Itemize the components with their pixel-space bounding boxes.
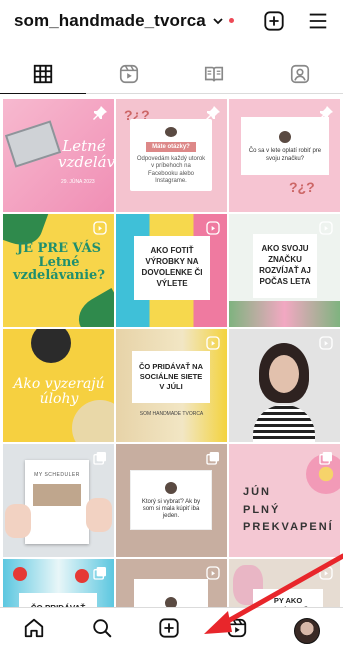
- profile-tabs: [0, 54, 343, 94]
- chevron-down-icon[interactable]: [212, 15, 224, 27]
- carousel-icon: [93, 452, 106, 465]
- post-footer: SOM HANDMADE TVORCA: [139, 411, 204, 417]
- post-tile[interactable]: AKO SVOJU ZNAČKU ROZVÍJAŤ AJ POČAS LETA: [229, 214, 340, 327]
- post-body: Ktorý si vybrať? Ak by som si mala kúpiť…: [141, 498, 201, 520]
- pinned-icon: [319, 106, 333, 120]
- post-title: Ako vyzerajú úlohy: [13, 376, 105, 407]
- author-avatar: [163, 125, 179, 140]
- post-tile[interactable]: Ktorý si vybrať? Ak by som si mala kúpiť…: [116, 444, 227, 557]
- post-tile[interactable]: JE PRE VÁS Letné vzdelávanie?: [3, 214, 114, 327]
- laptop-image: [4, 120, 62, 168]
- palm-leaf-image: [71, 288, 114, 327]
- post-tile[interactable]: MY SCHEDULER: [3, 444, 114, 557]
- author-avatar: [163, 479, 179, 496]
- nav-profile-avatar[interactable]: [294, 617, 321, 644]
- menu-icon[interactable]: [307, 10, 329, 32]
- search-icon: [92, 619, 111, 638]
- sunglasses-image: [31, 329, 71, 363]
- post-tile[interactable]: AKO FOTIŤ VÝROBKY NA DOVOLENKE ČI VÝLETE: [116, 214, 227, 327]
- post-card: Máte otázky? Odpovedám každý utorok v pr…: [130, 119, 212, 191]
- post-tile[interactable]: ČO PRIDÁVAŤ NA SOCIÁLNE SIETE V JÚLI SOM…: [116, 329, 227, 442]
- nav-search[interactable]: [91, 617, 113, 644]
- pinned-icon: [93, 106, 107, 120]
- post-tile[interactable]: Letné vzdelávanie 29. JÚNA 2023: [3, 99, 114, 212]
- post-card: ČO PRIDÁVAŤ NA SOCIÁLNE SIETE V JÚLI: [132, 351, 210, 403]
- post-card: Čo sa v lete oplatí robiť pre svoju znač…: [241, 117, 329, 175]
- pinned-icon: [206, 106, 220, 120]
- post-title-line: PLNÝ: [243, 503, 281, 516]
- posts-grid: Letné vzdelávanie 29. JÚNA 2023 ?¿? Máte…: [3, 99, 340, 653]
- reels-icon: [119, 64, 138, 83]
- flowers-image: [229, 301, 340, 327]
- reels-icon: [228, 618, 247, 638]
- create-post-icon: [159, 618, 180, 638]
- reel-icon: [206, 336, 220, 350]
- home-icon: [24, 618, 44, 638]
- create-post-icon[interactable]: [263, 10, 285, 32]
- post-title-line: JÚN: [243, 486, 272, 498]
- strawberry-image: [75, 569, 89, 583]
- reel-icon: [319, 336, 333, 350]
- tab-guides[interactable]: [172, 54, 258, 93]
- post-tile[interactable]: ?¿? Máte otázky? Odpovedám každý utorok …: [116, 99, 227, 212]
- strawberry-image: [13, 567, 27, 581]
- reel-icon: [206, 221, 220, 235]
- hand-image: [86, 498, 112, 532]
- profile-username[interactable]: som_handmade_tvorca: [14, 11, 206, 31]
- reel-icon: [319, 566, 333, 580]
- planner-image: MY SCHEDULER: [25, 460, 89, 544]
- notification-dot: [228, 17, 234, 23]
- post-title-line: PREKVAPENÍ: [243, 521, 334, 534]
- post-title: JÚN PLNÝ PREKVAPENÍ: [243, 484, 334, 537]
- nav-create[interactable]: [158, 617, 180, 644]
- author-avatar: [277, 129, 293, 146]
- guide-book-icon: [205, 66, 224, 81]
- post-title: Letné vzdelávanie: [58, 137, 114, 171]
- post-title: MY SCHEDULER: [34, 472, 80, 478]
- post-top-text: Máte otázky?: [146, 142, 196, 153]
- post-body: Čo sa v lete oplatí robiť pre svoju znač…: [248, 148, 322, 162]
- post-card: AKO SVOJU ZNAČKU ROZVÍJAŤ AJ POČAS LETA: [253, 234, 317, 298]
- carousel-icon: [93, 567, 106, 580]
- post-card: Ktorý si vybrať? Ak by som si mala kúpiť…: [130, 470, 212, 530]
- profile-header: som_handmade_tvorca: [0, 0, 343, 42]
- post-tile[interactable]: Ako vyzerajú úlohy: [3, 329, 114, 442]
- tab-tagged[interactable]: [257, 54, 343, 93]
- hand-image: [5, 504, 31, 538]
- post-body: Odpovedám každý utorok v príbehoch na Fa…: [136, 156, 206, 184]
- nav-reels[interactable]: [226, 617, 248, 644]
- grid-icon: [33, 64, 53, 83]
- tab-posts-grid[interactable]: [0, 54, 86, 94]
- post-title: JE PRE VÁS Letné vzdelávanie?: [13, 241, 105, 284]
- planner-photo: [33, 484, 81, 506]
- carousel-icon: [319, 452, 332, 465]
- post-tile[interactable]: Čo sa v lete oplatí robiť pre svoju znač…: [229, 99, 340, 212]
- reel-icon: [206, 566, 220, 580]
- bottom-navigation: [0, 607, 343, 653]
- reel-icon: [93, 221, 107, 235]
- post-card: AKO FOTIŤ VÝROBKY NA DOVOLENKE ČI VÝLETE: [134, 236, 210, 300]
- tab-reels[interactable]: [86, 54, 172, 93]
- post-date: 29. JÚNA 2023: [61, 179, 95, 185]
- reel-icon: [319, 221, 333, 235]
- carousel-icon: [206, 452, 219, 465]
- post-tile[interactable]: JÚN PLNÝ PREKVAPENÍ: [229, 444, 340, 557]
- person-top-image: [253, 405, 315, 442]
- post-tile[interactable]: [229, 329, 340, 442]
- nav-home[interactable]: [23, 617, 45, 644]
- person-face-image: [269, 355, 299, 393]
- tagged-person-icon: [291, 64, 310, 83]
- question-marks-decor: ?¿?: [289, 179, 315, 195]
